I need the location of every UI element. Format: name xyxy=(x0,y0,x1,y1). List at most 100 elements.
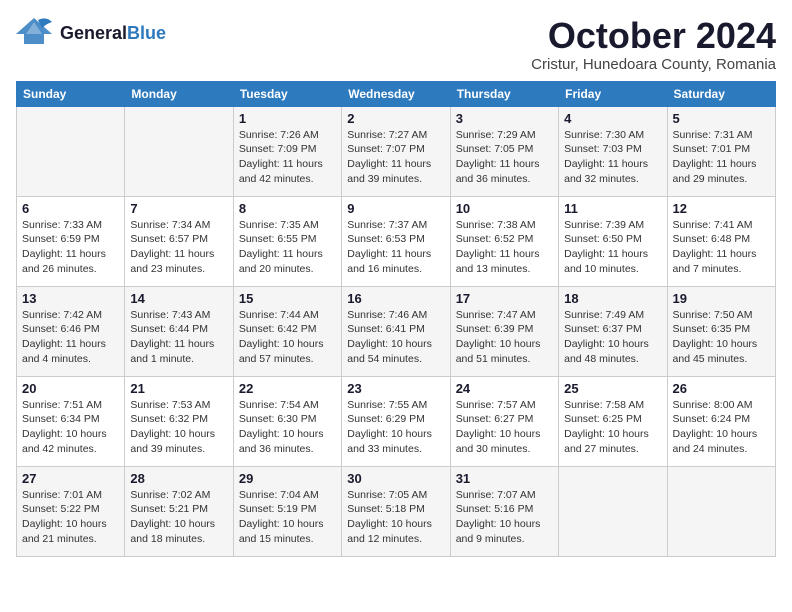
day-info: Sunrise: 7:55 AM Sunset: 6:29 PM Dayligh… xyxy=(347,398,444,457)
calendar-cell xyxy=(559,466,667,556)
day-number: 30 xyxy=(347,471,444,486)
day-info: Sunrise: 7:07 AM Sunset: 5:16 PM Dayligh… xyxy=(456,488,553,547)
day-header-thursday: Thursday xyxy=(450,81,558,106)
day-number: 25 xyxy=(564,381,661,396)
day-number: 7 xyxy=(130,201,227,216)
calendar-cell: 25 Sunrise: 7:58 AM Sunset: 6:25 PM Dayli… xyxy=(559,376,667,466)
day-info: Sunrise: 7:39 AM Sunset: 6:50 PM Dayligh… xyxy=(564,218,661,277)
calendar-week-2: 6Sunrise: 7:33 AM Sunset: 6:59 PM Daylig… xyxy=(17,196,776,286)
day-number: 18 xyxy=(564,291,661,306)
day-number: 24 xyxy=(456,381,553,396)
calendar-week-1: 1 Sunrise: 7:26 AM Sunset: 7:09 PM Daylig… xyxy=(17,106,776,196)
calendar-cell xyxy=(125,106,233,196)
day-number: 23 xyxy=(347,381,444,396)
day-info: Sunrise: 7:47 AM Sunset: 6:39 PM Dayligh… xyxy=(456,308,553,367)
calendar-cell: 13Sunrise: 7:42 AM Sunset: 6:46 PM Dayli… xyxy=(17,286,125,376)
calendar-cell: 21Sunrise: 7:53 AM Sunset: 6:32 PM Dayli… xyxy=(125,376,233,466)
calendar-cell: 11Sunrise: 7:39 AM Sunset: 6:50 PM Dayli… xyxy=(559,196,667,286)
calendar-cell: 8Sunrise: 7:35 AM Sunset: 6:55 PM Daylig… xyxy=(233,196,341,286)
day-info: Sunrise: 7:43 AM Sunset: 6:44 PM Dayligh… xyxy=(130,308,227,367)
day-info: Sunrise: 7:04 AM Sunset: 5:19 PM Dayligh… xyxy=(239,488,336,547)
day-info: Sunrise: 7:57 AM Sunset: 6:27 PM Dayligh… xyxy=(456,398,553,457)
day-info: Sunrise: 7:51 AM Sunset: 6:34 PM Dayligh… xyxy=(22,398,119,457)
calendar-cell: 16 Sunrise: 7:46 AM Sunset: 6:41 PM Dayli… xyxy=(342,286,450,376)
day-number: 27 xyxy=(22,471,119,486)
calendar-cell: 29 Sunrise: 7:04 AM Sunset: 5:19 PM Dayli… xyxy=(233,466,341,556)
day-number: 16 xyxy=(347,291,444,306)
title-block: October 2024 Cristur, Hunedoara County, … xyxy=(531,16,776,73)
day-number: 22 xyxy=(239,381,336,396)
month-title: October 2024 xyxy=(531,16,776,56)
calendar-week-5: 27 Sunrise: 7:01 AM Sunset: 5:22 PM Dayli… xyxy=(17,466,776,556)
calendar-cell: 10Sunrise: 7:38 AM Sunset: 6:52 PM Dayli… xyxy=(450,196,558,286)
page-header: GeneralBlue October 2024 Cristur, Hunedo… xyxy=(16,16,776,73)
calendar-week-4: 20 Sunrise: 7:51 AM Sunset: 6:34 PM Dayli… xyxy=(17,376,776,466)
day-number: 14 xyxy=(130,291,227,306)
calendar-body: 1 Sunrise: 7:26 AM Sunset: 7:09 PM Daylig… xyxy=(17,106,776,556)
calendar-cell: 4Sunrise: 7:30 AM Sunset: 7:03 PM Daylig… xyxy=(559,106,667,196)
calendar-cell: 5Sunrise: 7:31 AM Sunset: 7:01 PM Daylig… xyxy=(667,106,775,196)
day-number: 19 xyxy=(673,291,770,306)
day-number: 1 xyxy=(239,111,336,126)
day-info: Sunrise: 7:49 AM Sunset: 6:37 PM Dayligh… xyxy=(564,308,661,367)
calendar-cell: 22 Sunrise: 7:54 AM Sunset: 6:30 PM Dayli… xyxy=(233,376,341,466)
day-info: Sunrise: 7:46 AM Sunset: 6:41 PM Dayligh… xyxy=(347,308,444,367)
calendar-cell xyxy=(17,106,125,196)
day-info: Sunrise: 7:34 AM Sunset: 6:57 PM Dayligh… xyxy=(130,218,227,277)
day-info: Sunrise: 7:44 AM Sunset: 6:42 PM Dayligh… xyxy=(239,308,336,367)
day-number: 20 xyxy=(22,381,119,396)
day-info: Sunrise: 8:00 AM Sunset: 6:24 PM Dayligh… xyxy=(673,398,770,457)
calendar-cell: 6Sunrise: 7:33 AM Sunset: 6:59 PM Daylig… xyxy=(17,196,125,286)
calendar-cell: 31 Sunrise: 7:07 AM Sunset: 5:16 PM Dayli… xyxy=(450,466,558,556)
day-info: Sunrise: 7:41 AM Sunset: 6:48 PM Dayligh… xyxy=(673,218,770,277)
day-info: Sunrise: 7:30 AM Sunset: 7:03 PM Dayligh… xyxy=(564,128,661,187)
day-number: 10 xyxy=(456,201,553,216)
calendar-cell: 27 Sunrise: 7:01 AM Sunset: 5:22 PM Dayli… xyxy=(17,466,125,556)
day-info: Sunrise: 7:27 AM Sunset: 7:07 PM Dayligh… xyxy=(347,128,444,187)
calendar-cell: 3 Sunrise: 7:29 AM Sunset: 7:05 PM Daylig… xyxy=(450,106,558,196)
day-number: 6 xyxy=(22,201,119,216)
logo-general: General xyxy=(60,23,127,43)
calendar-cell: 30Sunrise: 7:05 AM Sunset: 5:18 PM Dayli… xyxy=(342,466,450,556)
logo: GeneralBlue xyxy=(16,16,166,51)
day-number: 26 xyxy=(673,381,770,396)
logo-icon xyxy=(16,16,52,46)
day-info: Sunrise: 7:37 AM Sunset: 6:53 PM Dayligh… xyxy=(347,218,444,277)
calendar-cell: 19 Sunrise: 7:50 AM Sunset: 6:35 PM Dayli… xyxy=(667,286,775,376)
day-info: Sunrise: 7:58 AM Sunset: 6:25 PM Dayligh… xyxy=(564,398,661,457)
calendar-cell: 9 Sunrise: 7:37 AM Sunset: 6:53 PM Daylig… xyxy=(342,196,450,286)
day-info: Sunrise: 7:02 AM Sunset: 5:21 PM Dayligh… xyxy=(130,488,227,547)
day-number: 28 xyxy=(130,471,227,486)
day-number: 13 xyxy=(22,291,119,306)
calendar-cell: 18 Sunrise: 7:49 AM Sunset: 6:37 PM Dayli… xyxy=(559,286,667,376)
day-info: Sunrise: 7:29 AM Sunset: 7:05 PM Dayligh… xyxy=(456,128,553,187)
day-header-friday: Friday xyxy=(559,81,667,106)
day-info: Sunrise: 7:53 AM Sunset: 6:32 PM Dayligh… xyxy=(130,398,227,457)
calendar-week-3: 13Sunrise: 7:42 AM Sunset: 6:46 PM Dayli… xyxy=(17,286,776,376)
calendar-cell: 28 Sunrise: 7:02 AM Sunset: 5:21 PM Dayli… xyxy=(125,466,233,556)
calendar-table: SundayMondayTuesdayWednesdayThursdayFrid… xyxy=(16,81,776,557)
calendar-cell: 7 Sunrise: 7:34 AM Sunset: 6:57 PM Daylig… xyxy=(125,196,233,286)
day-number: 31 xyxy=(456,471,553,486)
day-header-tuesday: Tuesday xyxy=(233,81,341,106)
day-number: 5 xyxy=(673,111,770,126)
day-header-monday: Monday xyxy=(125,81,233,106)
calendar-cell: 17 Sunrise: 7:47 AM Sunset: 6:39 PM Dayli… xyxy=(450,286,558,376)
calendar-cell: 20 Sunrise: 7:51 AM Sunset: 6:34 PM Dayli… xyxy=(17,376,125,466)
calendar-cell: 26 Sunrise: 8:00 AM Sunset: 6:24 PM Dayli… xyxy=(667,376,775,466)
day-info: Sunrise: 7:54 AM Sunset: 6:30 PM Dayligh… xyxy=(239,398,336,457)
day-number: 8 xyxy=(239,201,336,216)
day-number: 29 xyxy=(239,471,336,486)
calendar-header-row: SundayMondayTuesdayWednesdayThursdayFrid… xyxy=(17,81,776,106)
calendar-cell: 2Sunrise: 7:27 AM Sunset: 7:07 PM Daylig… xyxy=(342,106,450,196)
location-title: Cristur, Hunedoara County, Romania xyxy=(531,56,776,73)
calendar-cell: 12Sunrise: 7:41 AM Sunset: 6:48 PM Dayli… xyxy=(667,196,775,286)
day-number: 17 xyxy=(456,291,553,306)
day-number: 9 xyxy=(347,201,444,216)
day-info: Sunrise: 7:26 AM Sunset: 7:09 PM Dayligh… xyxy=(239,128,336,187)
day-number: 15 xyxy=(239,291,336,306)
day-info: Sunrise: 7:01 AM Sunset: 5:22 PM Dayligh… xyxy=(22,488,119,547)
day-number: 3 xyxy=(456,111,553,126)
day-info: Sunrise: 7:50 AM Sunset: 6:35 PM Dayligh… xyxy=(673,308,770,367)
calendar-cell: 14 Sunrise: 7:43 AM Sunset: 6:44 PM Dayli… xyxy=(125,286,233,376)
